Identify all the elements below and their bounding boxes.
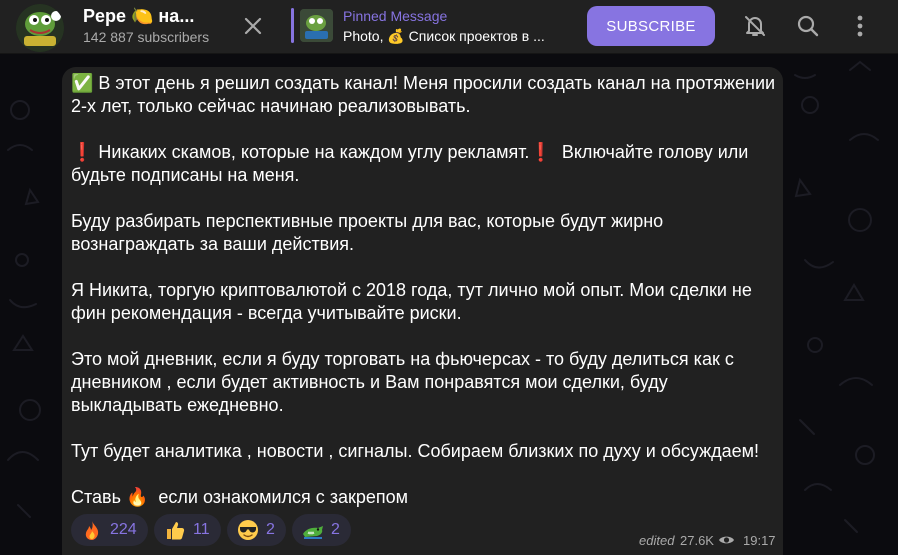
sunglasses-icon xyxy=(238,520,258,540)
more-options-icon[interactable] xyxy=(847,13,873,39)
message-spacer: ​ xyxy=(71,417,776,440)
message-paragraph: Ставь 🔥 если ознакомился с закрепом xyxy=(71,487,409,507)
reaction-count: 2 xyxy=(331,521,340,538)
view-count: 27.6K xyxy=(680,533,714,548)
edited-label: edited xyxy=(639,533,675,548)
message-time: 19:17 xyxy=(743,533,776,548)
pinned-indicator-bar xyxy=(291,8,294,43)
pinned-photo-icon xyxy=(300,9,333,42)
search-icon[interactable] xyxy=(795,13,821,39)
pinned-message-preview[interactable]: Photo, 💰 Список проектов в ... xyxy=(343,28,567,45)
crocodile-icon xyxy=(303,526,323,539)
message-spacer: ​ xyxy=(71,187,776,210)
message-paragraph: Я Никита, торгую криптовалютой с 2018 го… xyxy=(71,280,757,323)
message-paragraph: Тут будет аналитика , новости , сигналы.… xyxy=(71,441,760,461)
pepe-avatar-icon xyxy=(16,4,64,52)
reaction-count: 2 xyxy=(266,521,275,538)
reaction-fire[interactable]: 224 xyxy=(71,514,148,546)
channel-avatar[interactable] xyxy=(16,4,64,52)
subscriber-count: 142 887 subscribers xyxy=(83,29,210,45)
message-spacer: ​ xyxy=(71,118,776,141)
message-text: ✅ В этот день я решил создать канал! Мен… xyxy=(71,72,776,509)
close-icon[interactable] xyxy=(240,13,266,39)
fire-icon xyxy=(85,521,99,540)
reaction-count: 224 xyxy=(110,521,137,538)
subscribe-button[interactable]: SUBSCRIBE xyxy=(587,6,715,46)
message-spacer: ​ xyxy=(71,325,776,348)
reaction-sunglasses[interactable]: 2 xyxy=(227,514,286,546)
reaction-thumbs-up[interactable]: 11 xyxy=(154,514,221,546)
pinned-message-label[interactable]: Pinned Message xyxy=(343,8,447,24)
message-spacer: ​ xyxy=(71,256,776,279)
mute-notifications-icon[interactable] xyxy=(742,13,768,39)
message-paragraph: Это мой дневник, если я буду торговать н… xyxy=(71,349,739,415)
channel-title[interactable]: Pepe 🍋 на... xyxy=(83,6,213,27)
message-paragraph: Буду разбирать перспективные проекты для… xyxy=(71,211,669,254)
message-spacer: ​ xyxy=(71,463,776,486)
channel-header: Pepe 🍋 на... 142 887 subscribers Pinned … xyxy=(0,0,898,54)
thumbs-up-icon xyxy=(167,522,185,540)
views-eye-icon xyxy=(719,536,734,544)
pinned-thumbnail[interactable] xyxy=(300,9,333,42)
reaction-count: 11 xyxy=(193,521,210,538)
message-paragraph: ✅ В этот день я решил создать канал! Мен… xyxy=(71,73,776,116)
reaction-crocodile[interactable]: 2 xyxy=(292,514,351,546)
message-paragraph: ❗ Никаких скамов, которые на каждом углу… xyxy=(71,142,754,185)
